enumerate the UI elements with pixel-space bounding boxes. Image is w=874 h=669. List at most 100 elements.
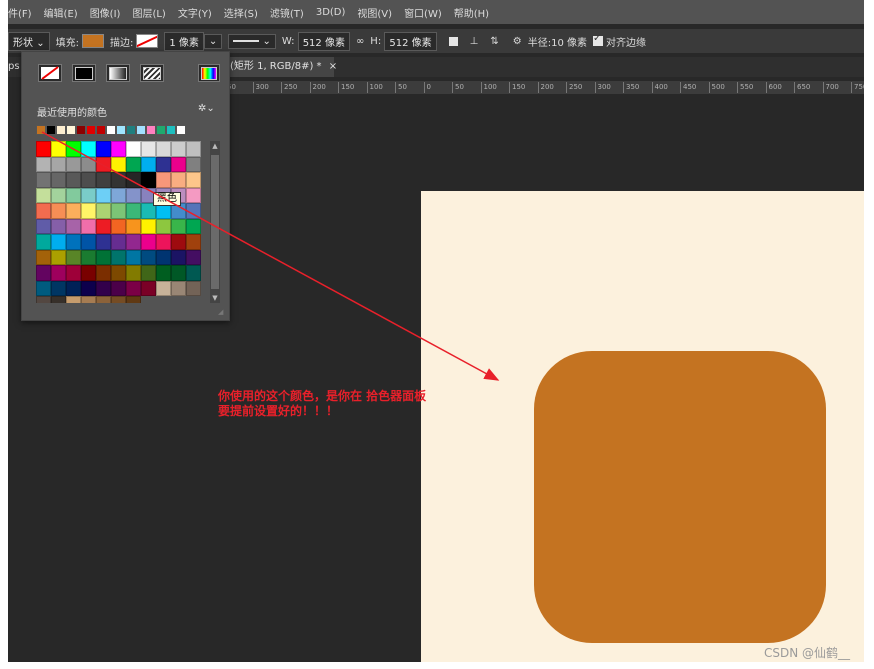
- color-swatch[interactable]: [186, 172, 201, 188]
- recent-color-swatch[interactable]: [156, 125, 166, 135]
- color-swatch[interactable]: [96, 187, 111, 203]
- menu-item-8[interactable]: 视图(V): [357, 5, 392, 20]
- radius-field[interactable]: 半径: 10 像素: [528, 34, 587, 49]
- color-swatch[interactable]: [96, 280, 111, 296]
- color-swatch[interactable]: [126, 280, 141, 296]
- color-swatch[interactable]: [36, 265, 51, 281]
- color-swatch[interactable]: [81, 234, 96, 250]
- menu-item-9[interactable]: 窗口(W): [404, 5, 442, 20]
- color-swatch[interactable]: [186, 203, 201, 219]
- gradient-button[interactable]: [106, 64, 130, 82]
- menu-item-6[interactable]: 滤镜(T): [270, 5, 304, 20]
- color-swatch[interactable]: [171, 172, 186, 188]
- color-swatch[interactable]: [81, 156, 96, 172]
- color-swatch[interactable]: [51, 249, 66, 265]
- color-swatch[interactable]: [51, 172, 66, 188]
- stroke-width-value[interactable]: 1 像素: [164, 31, 204, 51]
- color-swatch[interactable]: [51, 265, 66, 281]
- color-swatch[interactable]: [96, 265, 111, 281]
- radius-value[interactable]: 10 像素: [551, 34, 587, 49]
- color-swatch[interactable]: [111, 280, 126, 296]
- color-swatch[interactable]: [126, 156, 141, 172]
- color-swatch[interactable]: [66, 156, 81, 172]
- scroll-thumb[interactable]: [211, 155, 219, 289]
- menu-item-0[interactable]: 件(F): [8, 5, 32, 20]
- menu-item-2[interactable]: 图像(I): [90, 5, 121, 20]
- path-operations-icon[interactable]: [448, 36, 458, 46]
- color-swatch[interactable]: [81, 203, 96, 219]
- color-swatch[interactable]: [36, 234, 51, 250]
- color-swatch[interactable]: [96, 218, 111, 234]
- color-swatch[interactable]: [126, 218, 141, 234]
- stroke-control[interactable]: 描边:: [110, 34, 159, 49]
- color-swatch[interactable]: [126, 234, 141, 250]
- tab-document[interactable]: (矩形 1, RGB/8#) * ×: [224, 57, 337, 77]
- align-edges-checkbox[interactable]: 对齐边缘: [593, 33, 646, 49]
- color-swatch[interactable]: [186, 234, 201, 250]
- color-swatch[interactable]: [66, 172, 81, 188]
- color-swatch[interactable]: [186, 280, 201, 296]
- menu-item-3[interactable]: 图层(L): [132, 5, 165, 20]
- color-swatch[interactable]: [81, 172, 96, 188]
- color-swatch[interactable]: [156, 141, 171, 157]
- color-swatch[interactable]: [186, 265, 201, 281]
- color-swatch[interactable]: [96, 172, 111, 188]
- color-swatch[interactable]: [66, 265, 81, 281]
- close-icon[interactable]: ×: [329, 61, 337, 72]
- gear-icon[interactable]: ⚙: [513, 36, 522, 47]
- color-swatch[interactable]: [51, 218, 66, 234]
- color-swatch[interactable]: [51, 280, 66, 296]
- color-swatch[interactable]: [126, 203, 141, 219]
- solid-color-button[interactable]: [72, 64, 96, 82]
- chevron-down-icon[interactable]: ⌄: [203, 33, 223, 49]
- color-swatch[interactable]: [51, 156, 66, 172]
- recent-color-swatch[interactable]: [176, 125, 186, 135]
- color-swatch[interactable]: [186, 249, 201, 265]
- color-swatch[interactable]: [81, 296, 96, 303]
- fill-control[interactable]: 填充:: [56, 34, 104, 49]
- menu-item-7[interactable]: 3D(D): [316, 7, 346, 18]
- color-swatch[interactable]: [126, 172, 141, 188]
- path-alignment-icon[interactable]: ⊥: [470, 36, 479, 47]
- color-swatch[interactable]: [66, 280, 81, 296]
- color-swatch[interactable]: [96, 234, 111, 250]
- recent-color-swatch[interactable]: [106, 125, 116, 135]
- menu-item-4[interactable]: 文字(Y): [178, 5, 212, 20]
- color-swatch[interactable]: [66, 187, 81, 203]
- color-swatch[interactable]: [51, 296, 66, 303]
- checkbox-checked-icon[interactable]: [593, 33, 603, 46]
- recent-color-swatch[interactable]: [86, 125, 96, 135]
- color-swatch[interactable]: [141, 280, 156, 296]
- recent-color-swatch[interactable]: [136, 125, 146, 135]
- width-field[interactable]: W: 512 像素: [282, 31, 350, 51]
- color-swatch[interactable]: [111, 156, 126, 172]
- color-swatch[interactable]: [36, 187, 51, 203]
- scroll-up-icon[interactable]: ▲: [210, 141, 220, 151]
- color-swatch[interactable]: [36, 249, 51, 265]
- color-swatch[interactable]: [156, 218, 171, 234]
- height-value[interactable]: 512 像素: [384, 31, 437, 51]
- panel-gear-icon[interactable]: ✲⌄: [198, 103, 215, 114]
- color-swatch[interactable]: [36, 203, 51, 219]
- color-swatch[interactable]: [66, 203, 81, 219]
- color-swatch[interactable]: [66, 141, 81, 157]
- color-swatch[interactable]: [36, 218, 51, 234]
- color-swatch[interactable]: [141, 141, 156, 157]
- color-swatch[interactable]: [96, 249, 111, 265]
- color-swatch[interactable]: [111, 203, 126, 219]
- color-swatch[interactable]: [111, 172, 126, 188]
- recent-color-swatch[interactable]: [36, 125, 46, 135]
- color-swatch[interactable]: [36, 172, 51, 188]
- scroll-down-icon[interactable]: ▼: [210, 293, 220, 303]
- panel-scrollbar[interactable]: ▲ ▼: [210, 141, 220, 303]
- color-swatch[interactable]: [66, 249, 81, 265]
- menu-item-1[interactable]: 编辑(E): [44, 5, 78, 20]
- width-value[interactable]: 512 像素: [297, 31, 350, 51]
- color-swatch[interactable]: [186, 156, 201, 172]
- color-swatch[interactable]: [96, 156, 111, 172]
- color-swatch[interactable]: [51, 141, 66, 157]
- document-canvas[interactable]: [421, 191, 864, 662]
- stroke-type-dropdown[interactable]: ⌄: [228, 33, 276, 49]
- color-swatch[interactable]: [81, 265, 96, 281]
- stroke-width-field[interactable]: 1 像素 ⌄: [164, 31, 223, 51]
